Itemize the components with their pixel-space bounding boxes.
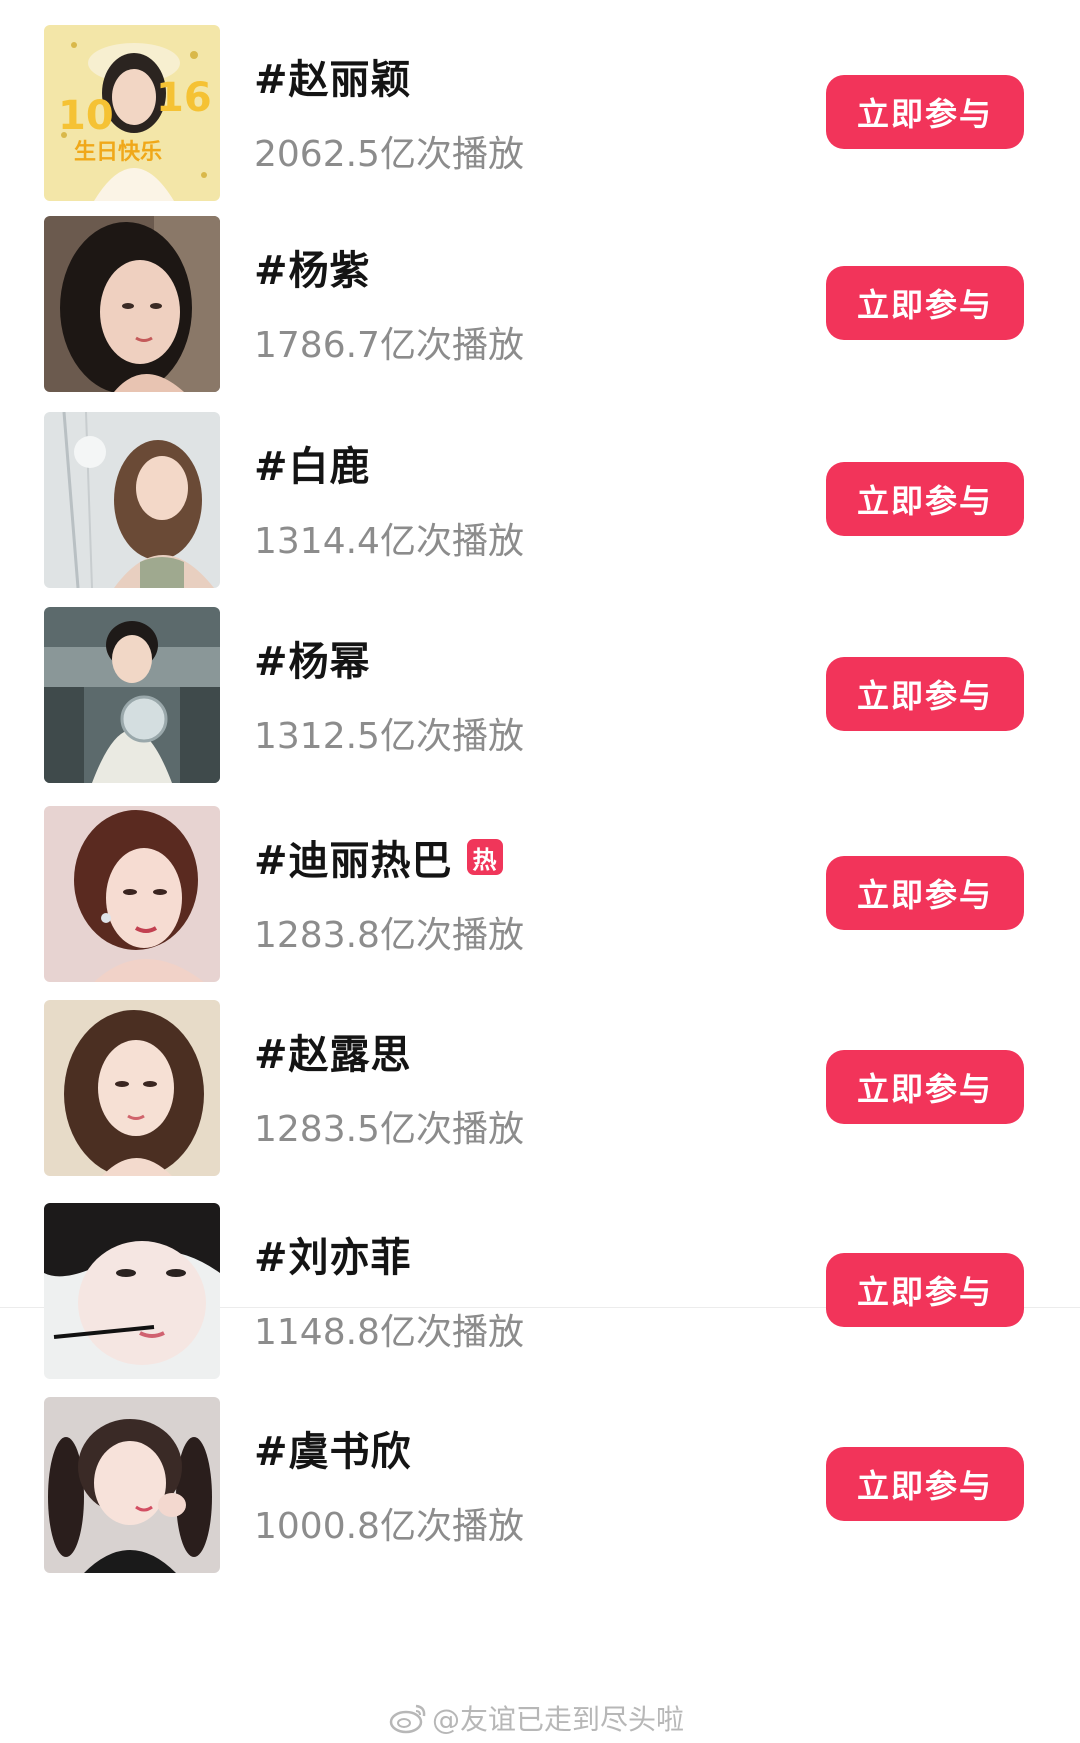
topic-row[interactable]: #杨幂 1312.5亿次播放 立即参与 bbox=[0, 607, 1080, 783]
hot-badge: 热 bbox=[466, 839, 503, 875]
play-count: 1314.4亿次播放 bbox=[254, 521, 524, 562]
topic-row[interactable]: 10 16 生日快乐 #赵丽颖 2062.5亿次播放 立即参与 bbox=[0, 25, 1080, 201]
topic-row[interactable]: #迪丽热巴 热 1283.8亿次播放 立即参与 bbox=[0, 806, 1080, 982]
play-count: 1786.7亿次播放 bbox=[254, 325, 524, 366]
play-count: 1148.8亿次播放 bbox=[254, 1312, 524, 1353]
portrait-image bbox=[44, 412, 220, 588]
topic-title[interactable]: #迪丽热巴 bbox=[254, 828, 453, 886]
topic-title-wrap: #杨幂 bbox=[254, 631, 371, 685]
play-count: 1312.5亿次播放 bbox=[254, 716, 524, 757]
topic-title[interactable]: #刘亦菲 bbox=[254, 1225, 412, 1283]
join-now-button[interactable]: 立即参与 bbox=[826, 75, 1024, 149]
watermark-text: @友谊已走到尽头啦 bbox=[432, 1703, 685, 1736]
topic-title-wrap: #刘亦菲 bbox=[254, 1227, 412, 1281]
join-now-button[interactable]: 立即参与 bbox=[826, 856, 1024, 930]
topic-title[interactable]: #虞书欣 bbox=[254, 1419, 412, 1477]
topic-title-wrap: #赵丽颖 bbox=[254, 49, 412, 103]
svg-text:生日快乐: 生日快乐 bbox=[74, 140, 162, 165]
play-count: 2062.5亿次播放 bbox=[254, 134, 524, 175]
join-now-button[interactable]: 立即参与 bbox=[826, 1050, 1024, 1124]
topic-row[interactable]: #白鹿 1314.4亿次播放 立即参与 bbox=[0, 412, 1080, 588]
play-count: 1283.8亿次播放 bbox=[254, 915, 524, 956]
weibo-logo-icon bbox=[389, 1704, 426, 1734]
join-now-button[interactable]: 立即参与 bbox=[826, 657, 1024, 731]
portrait-image bbox=[44, 806, 220, 982]
topic-row[interactable]: #刘亦菲 1148.8亿次播放 立即参与 bbox=[0, 1203, 1080, 1379]
portrait-image bbox=[44, 1397, 220, 1573]
topic-thumbnail[interactable] bbox=[44, 1000, 220, 1176]
weibo-watermark: @友谊已走到尽头啦 bbox=[388, 1698, 684, 1738]
topic-title[interactable]: #赵丽颖 bbox=[254, 47, 412, 105]
topic-title-wrap: #杨紫 bbox=[254, 240, 371, 294]
topic-title[interactable]: #赵露思 bbox=[254, 1022, 412, 1080]
topic-row[interactable]: #赵露思 1283.5亿次播放 立即参与 bbox=[0, 1000, 1080, 1176]
topic-thumbnail[interactable]: 10 16 生日快乐 bbox=[44, 25, 220, 201]
topic-thumbnail[interactable] bbox=[44, 1203, 220, 1379]
topic-title[interactable]: #杨幂 bbox=[254, 629, 371, 687]
topic-title-wrap: #白鹿 bbox=[254, 436, 371, 490]
topic-title-wrap: #赵露思 bbox=[254, 1024, 412, 1078]
topic-row[interactable]: #杨紫 1786.7亿次播放 立即参与 bbox=[0, 216, 1080, 392]
portrait-image bbox=[44, 607, 220, 783]
portrait-image bbox=[44, 216, 220, 392]
topic-title-wrap: #虞书欣 bbox=[254, 1421, 412, 1475]
play-count: 1283.5亿次播放 bbox=[254, 1109, 524, 1150]
join-now-button[interactable]: 立即参与 bbox=[826, 1447, 1024, 1521]
topic-thumbnail[interactable] bbox=[44, 1397, 220, 1573]
join-now-button[interactable]: 立即参与 bbox=[826, 462, 1024, 536]
portrait-image bbox=[44, 1000, 220, 1176]
topic-title[interactable]: #杨紫 bbox=[254, 238, 371, 296]
svg-text:16: 16 bbox=[156, 75, 212, 121]
topic-thumbnail[interactable] bbox=[44, 806, 220, 982]
join-now-button[interactable]: 立即参与 bbox=[826, 266, 1024, 340]
topic-row[interactable]: #虞书欣 1000.8亿次播放 立即参与 bbox=[0, 1397, 1080, 1573]
svg-text:10: 10 bbox=[58, 93, 114, 139]
topic-thumbnail[interactable] bbox=[44, 216, 220, 392]
portrait-image bbox=[44, 1203, 220, 1379]
topic-title-wrap: #迪丽热巴 热 bbox=[254, 830, 503, 884]
play-count: 1000.8亿次播放 bbox=[254, 1506, 524, 1547]
topic-thumbnail[interactable] bbox=[44, 412, 220, 588]
topic-thumbnail[interactable] bbox=[44, 607, 220, 783]
topic-title[interactable]: #白鹿 bbox=[254, 434, 371, 492]
birthday-poster-image: 10 16 生日快乐 bbox=[44, 25, 220, 201]
join-now-button[interactable]: 立即参与 bbox=[826, 1253, 1024, 1327]
